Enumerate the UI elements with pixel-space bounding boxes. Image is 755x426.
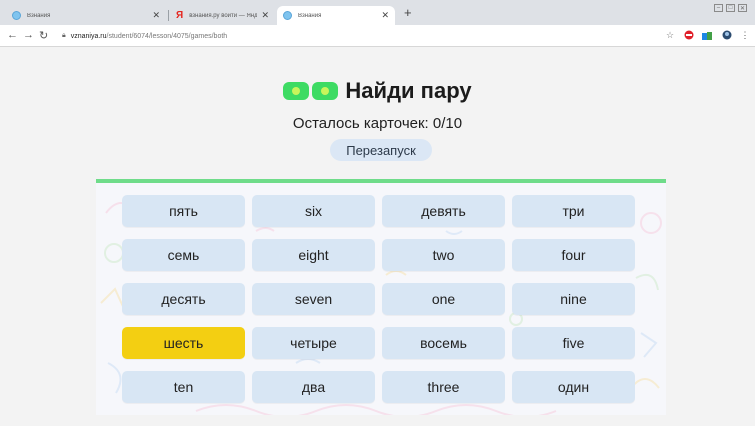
word-card[interactable]: nine [512,283,635,315]
window-controls: – □ ✕ [714,4,747,12]
close-window-icon[interactable]: ✕ [738,4,747,12]
word-card[interactable]: four [512,239,635,271]
cards-remaining-counter: Осталось карточек: 0/10 [292,115,463,132]
word-card[interactable]: девять [382,195,505,227]
word-card[interactable]: два [252,371,375,403]
word-card-selected[interactable]: шесть [122,327,245,359]
close-tab-icon[interactable]: ✕ [261,10,269,21]
browser-tab[interactable]: Я взнания.ру войти — Яндекс: нашл ✕ [170,6,275,25]
menu-dots-icon[interactable]: ⋮ [740,30,750,40]
word-card[interactable]: восемь [382,327,505,359]
word-card[interactable]: четыре [252,327,375,359]
back-arrow-icon[interactable]: ← [7,29,18,41]
vznaniya-favicon-icon [283,11,292,20]
url-host: vznaniya.ru [70,32,107,40]
word-card[interactable]: six [252,195,375,227]
vznaniya-favicon-icon [12,11,21,20]
browser-tab-strip: Взнания ✕ Я взнания.ру войти — Яндекс: н… [0,0,755,25]
browser-tab-active[interactable]: Взнания ✕ [277,6,395,25]
browser-tab[interactable]: Взнания ✕ [6,6,166,25]
word-card[interactable]: три [512,195,635,227]
tab-title: Взнания [298,12,322,19]
tab-title: взнания.ру войти — Яндекс: нашл [189,12,258,19]
page-header: Найди пару [0,78,755,104]
bookmark-star-icon[interactable]: ☆ [665,30,675,40]
word-card[interactable]: eight [252,239,375,271]
new-tab-icon[interactable]: + [404,5,412,20]
close-tab-icon[interactable]: ✕ [381,10,389,21]
card-grid: пять six девять три семь eight two four десять se… [122,195,635,403]
url-path: /student/6074/lesson/4075/games/both [106,32,228,40]
profile-avatar-icon[interactable] [722,30,732,40]
word-card[interactable]: two [382,239,505,271]
word-card[interactable]: one [382,283,505,315]
browser-toolbar: ← → ↻ 🔒︎ vznaniya.ru /student/6074/lesso… [0,25,755,47]
yandex-favicon-icon: Я [176,10,184,21]
word-card[interactable]: семь [122,239,245,271]
lock-icon: 🔒︎ [62,32,66,39]
word-card[interactable]: five [512,327,635,359]
forward-arrow-icon[interactable]: → [23,29,34,41]
minimize-icon[interactable]: – [714,4,723,12]
page-title: Найди пару [345,78,472,103]
reload-icon[interactable]: ↻ [39,29,48,42]
word-card[interactable]: seven [252,283,375,315]
game-board: пять six девять три семь eight two four десять se… [96,179,666,415]
tab-title: Взнания [27,12,51,19]
restart-button[interactable]: Перезапуск [330,139,432,161]
word-card[interactable]: ten [122,371,245,403]
word-card[interactable]: three [382,371,505,403]
address-bar[interactable]: 🔒︎ vznaniya.ru /student/6074/lesson/4075… [62,28,677,44]
maximize-icon[interactable]: □ [726,4,735,12]
word-card[interactable]: десять [122,283,245,315]
game-logo-icon [283,82,339,100]
close-tab-icon[interactable]: ✕ [152,10,160,21]
extension-icon[interactable] [702,30,712,40]
adblock-extension-icon[interactable] [684,30,694,40]
word-card[interactable]: пять [122,195,245,227]
tab-divider [168,10,169,21]
word-card[interactable]: один [512,371,635,403]
